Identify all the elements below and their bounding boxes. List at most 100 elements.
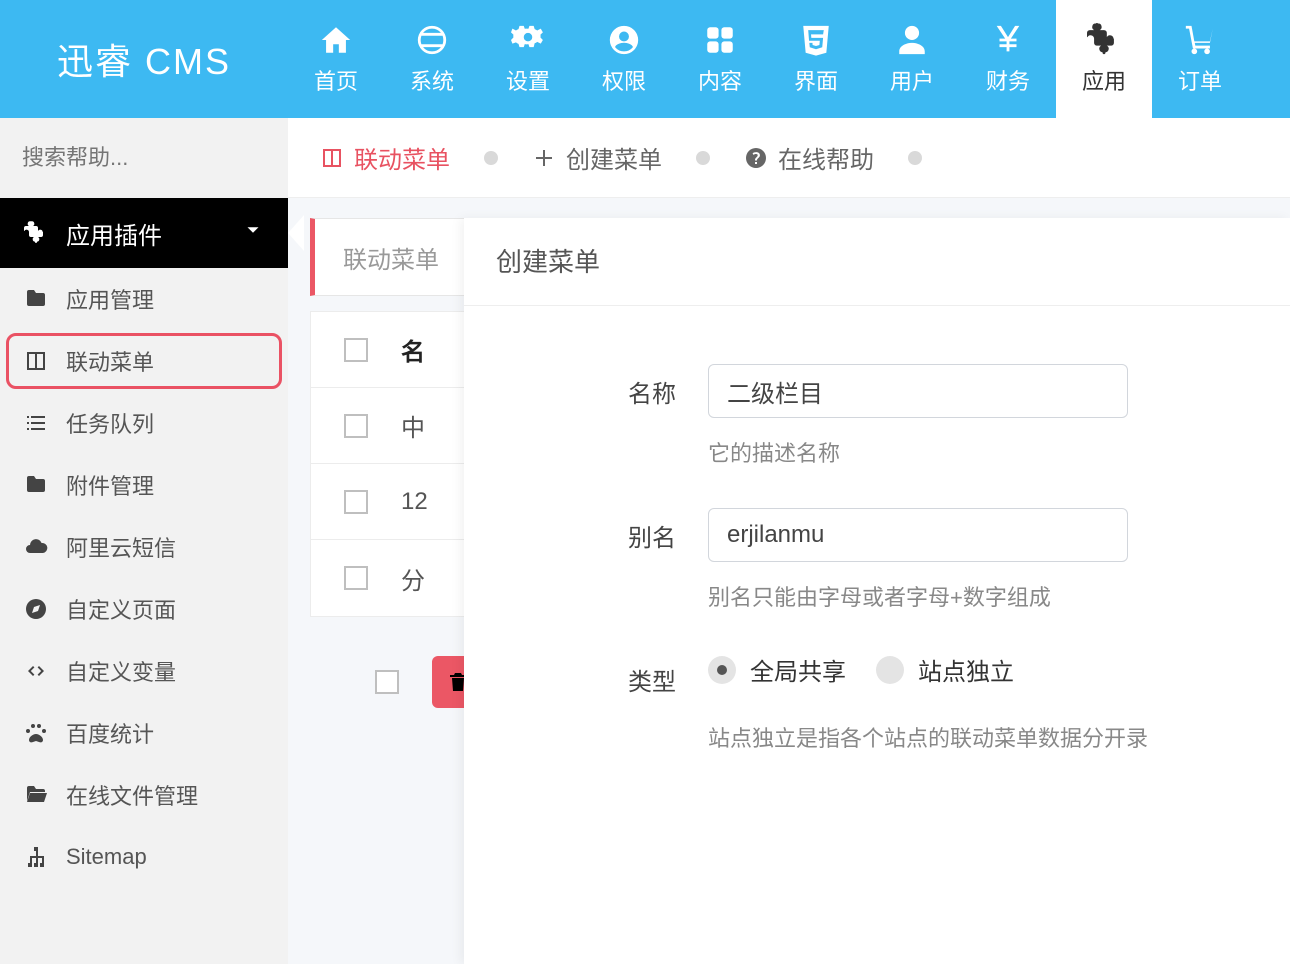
chevron-down-icon	[242, 219, 264, 248]
sidebar-item-label: Sitemap	[66, 844, 147, 870]
name-input[interactable]	[708, 364, 1128, 418]
cogs-icon	[510, 22, 546, 58]
sitemap-icon	[24, 845, 56, 869]
type-radio-site[interactable]: 站点独立	[876, 652, 1014, 687]
brand-logo: 迅睿 CMS	[0, 0, 288, 118]
plus-icon	[532, 146, 556, 170]
folder-icon	[24, 473, 56, 497]
nav-item-cogs[interactable]: 设置	[480, 0, 576, 118]
tab-columns[interactable]: 联动菜单	[318, 134, 452, 181]
cloud-icon	[24, 535, 56, 559]
sidebar-item-label: 阿里云短信	[66, 531, 176, 563]
row-checkbox[interactable]	[344, 566, 368, 590]
checkbox-all[interactable]	[344, 338, 368, 362]
sidebar-item[interactable]: 任务队列	[0, 392, 288, 454]
sidebar-item[interactable]: 附件管理	[0, 454, 288, 516]
sidebar-item-label: 附件管理	[66, 469, 154, 501]
folder-icon	[24, 287, 56, 311]
col-name: 名	[401, 332, 425, 367]
columns-icon	[24, 349, 56, 373]
drawer-title: 创建菜单	[464, 218, 1290, 306]
tab-label: 创建菜单	[566, 140, 662, 175]
code-icon	[24, 659, 56, 683]
tab-dot	[484, 151, 498, 165]
nav-item-globe[interactable]: 系统	[384, 0, 480, 118]
sidebar-item-label: 应用管理	[66, 283, 154, 315]
sidebar-item[interactable]: Sitemap	[0, 826, 288, 888]
nav-label: 内容	[698, 64, 742, 96]
radio-dot-icon	[876, 656, 904, 684]
wedge-indicator	[288, 215, 304, 251]
nav-item-puzzle[interactable]: 应用	[1056, 0, 1152, 118]
checkbox-all-footer[interactable]	[375, 670, 399, 694]
create-menu-drawer: 创建菜单 名称 它的描述名称 别名 别名只能由字母或者字母+数字组成 类型 全局	[464, 218, 1290, 964]
type-hint: 站点独立是指各个站点的联动菜单数据分开录	[708, 721, 1258, 753]
grid-icon	[702, 22, 738, 58]
sidebar: 应用插件 应用管理联动菜单任务队列附件管理阿里云短信自定义页面自定义变量百度统计…	[0, 118, 288, 964]
html5-icon	[798, 22, 834, 58]
search-wrap	[0, 118, 288, 198]
tab-label: 联动菜单	[354, 140, 450, 175]
nav-label: 界面	[794, 64, 838, 96]
tab-plus[interactable]: 创建菜单	[530, 134, 664, 181]
alias-label: 别名	[496, 508, 676, 553]
card-tab-linkage[interactable]: 联动菜单	[343, 240, 439, 275]
nav-item-yen[interactable]: 财务	[960, 0, 1056, 118]
tab-question[interactable]: 在线帮助	[742, 134, 876, 181]
nav-label: 系统	[410, 64, 454, 96]
puzzle-icon	[1086, 22, 1122, 58]
sidebar-item[interactable]: 百度统计	[0, 702, 288, 764]
cart-icon	[1182, 22, 1218, 58]
nav-item-user-circle[interactable]: 权限	[576, 0, 672, 118]
row-checkbox[interactable]	[344, 414, 368, 438]
row-cell: 分	[401, 561, 425, 596]
sidebar-item-label: 在线文件管理	[66, 779, 198, 811]
type-radio-global[interactable]: 全局共享	[708, 652, 846, 687]
nav-label: 权限	[602, 64, 646, 96]
nav-item-user[interactable]: 用户	[864, 0, 960, 118]
search-input[interactable]	[22, 145, 310, 171]
tab-strip: 联动菜单 创建菜单 在线帮助	[288, 118, 1290, 198]
sidebar-item-label: 自定义变量	[66, 655, 176, 687]
top-nav: 首页系统 设置 权限 内容 界面 用户 财务 应用订单	[288, 0, 1290, 118]
sidebar-item[interactable]: 联动菜单	[0, 330, 288, 392]
sidebar-item[interactable]: 阿里云短信	[0, 516, 288, 578]
tab-label: 在线帮助	[778, 140, 874, 175]
type-radio-site-label: 站点独立	[918, 652, 1014, 687]
sidebar-item[interactable]: 自定义变量	[0, 640, 288, 702]
nav-label: 用户	[890, 64, 934, 96]
type-radio-global-label: 全局共享	[750, 652, 846, 687]
sidebar-item[interactable]: 在线文件管理	[0, 764, 288, 826]
sidebar-item-label: 联动菜单	[66, 345, 154, 377]
type-label: 类型	[496, 652, 676, 697]
name-label: 名称	[496, 364, 676, 409]
alias-input[interactable]	[708, 508, 1128, 562]
nav-label: 设置	[506, 64, 550, 96]
sidebar-item[interactable]: 自定义页面	[0, 578, 288, 640]
radio-dot-icon	[708, 656, 736, 684]
columns-icon	[320, 146, 344, 170]
row-checkbox[interactable]	[344, 490, 368, 514]
tab-dot	[696, 151, 710, 165]
nav-item-grid[interactable]: 内容	[672, 0, 768, 118]
sidebar-group-plugins[interactable]: 应用插件	[0, 198, 288, 268]
question-icon	[744, 146, 768, 170]
tab-dot	[908, 151, 922, 165]
name-hint: 它的描述名称	[708, 436, 1258, 468]
sidebar-item[interactable]: 应用管理	[0, 268, 288, 330]
row-cell: 12	[401, 488, 428, 516]
paw-icon	[24, 721, 56, 745]
compass-icon	[24, 597, 56, 621]
nav-label: 应用	[1082, 64, 1126, 96]
user-circle-icon	[606, 22, 642, 58]
user-icon	[894, 22, 930, 58]
alias-hint: 别名只能由字母或者字母+数字组成	[708, 580, 1258, 612]
sidebar-item-label: 任务队列	[66, 407, 154, 439]
nav-item-cart[interactable]: 订单	[1152, 0, 1248, 118]
folder-open-icon	[24, 783, 56, 807]
nav-item-html5[interactable]: 界面	[768, 0, 864, 118]
tasks-icon	[24, 411, 56, 435]
sidebar-item-label: 自定义页面	[66, 593, 176, 625]
nav-item-home[interactable]: 首页	[288, 0, 384, 118]
nav-label: 财务	[986, 64, 1030, 96]
